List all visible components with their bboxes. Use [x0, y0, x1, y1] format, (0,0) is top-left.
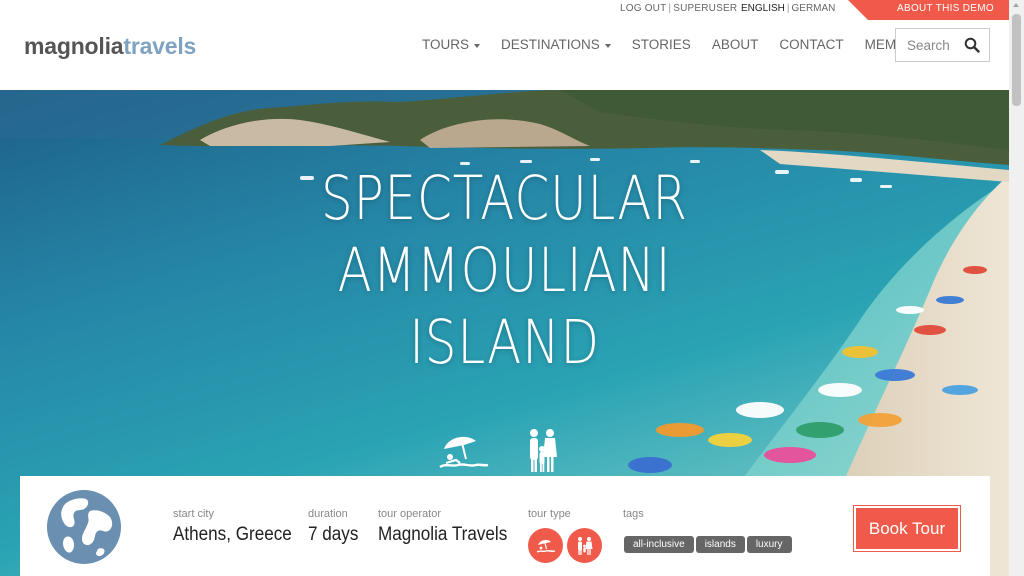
main-nav: TOURS DESTINATIONS STORIES ABOUT CONTACT…: [422, 37, 954, 52]
hero-title-line: ISLAND: [409, 307, 600, 378]
duration-value: 7 days: [308, 524, 359, 545]
beach-icon: [439, 436, 489, 469]
tour-type-icons: [528, 528, 606, 563]
tour-type-label: tour type: [528, 508, 571, 520]
duration-label: duration: [308, 508, 348, 520]
meta-bar: LOG OUT | SUPERUSER ENGLISH | GERMAN ABOUT T…: [0, 0, 1010, 20]
hero-title-line: SPECTACULAR: [320, 163, 689, 234]
tag-luxury[interactable]: luxury: [746, 536, 792, 553]
globe-icon: [46, 489, 122, 570]
beach-icon: [536, 539, 555, 553]
family-icon: [577, 536, 592, 555]
search-box: [895, 28, 990, 62]
tour-operator-label: tour operator: [378, 508, 441, 520]
hero-title-line: AMMOULIANI: [337, 235, 672, 306]
start-city-value: Athens, Greece: [173, 524, 292, 545]
scroll-up-icon[interactable]: [1013, 3, 1019, 7]
hero-tour-type-icons: [436, 427, 576, 482]
about-demo-tab[interactable]: ABOUT THIS DEMO: [848, 0, 1010, 20]
hero-title: SPECTACULAR AMMOULIANI ISLAND: [91, 163, 918, 379]
about-demo-label: ABOUT THIS DEMO: [897, 3, 994, 14]
nav-destinations[interactable]: DESTINATIONS: [501, 37, 611, 52]
tag-list: all-inclusive islands luxury: [624, 536, 794, 553]
tour-operator-field: tour operator Magnolia Travels: [378, 508, 522, 546]
nav-contact[interactable]: CONTACT: [779, 37, 843, 52]
separator: |: [786, 3, 790, 14]
tags-label: tags: [623, 508, 644, 520]
nav-contact-label: CONTACT: [779, 37, 844, 52]
language-switcher: ENGLISH | GERMAN: [741, 3, 835, 14]
caret-down-icon: [474, 43, 481, 48]
username-link[interactable]: SUPERUSER: [673, 3, 737, 14]
tour-operator-value[interactable]: Magnolia Travels: [378, 524, 507, 546]
nav-tours-label: TOURS: [422, 37, 470, 52]
start-city-field: start city Athens, Greece: [173, 508, 305, 546]
logout-link[interactable]: LOG OUT: [620, 3, 666, 14]
logo-part-magnolia: magnolia: [24, 33, 124, 59]
tag-all-inclusive[interactable]: all-inclusive: [624, 536, 694, 553]
separator: |: [668, 3, 672, 14]
language-english[interactable]: ENGLISH: [741, 3, 785, 14]
language-german[interactable]: GERMAN: [792, 3, 836, 14]
nav-stories-label: STORIES: [631, 37, 691, 52]
duration-field: duration 7 days: [308, 508, 364, 546]
tour-info-card: start city Athens, Greece duration 7 day…: [20, 476, 990, 576]
tour-type-field: tour type: [528, 508, 571, 520]
logo[interactable]: magnoliatravels: [24, 33, 196, 60]
caret-down-icon: [604, 43, 611, 48]
search-icon[interactable]: [964, 37, 980, 58]
nav-about[interactable]: ABOUT: [712, 37, 759, 52]
scrollbar-thumb[interactable]: [1012, 14, 1021, 106]
tour-type-beach[interactable]: [528, 528, 563, 563]
search-input[interactable]: [896, 29, 960, 61]
account-links: LOG OUT | SUPERUSER: [620, 3, 737, 14]
nav-about-label: ABOUT: [711, 37, 759, 52]
tags-field: tags: [623, 508, 644, 520]
start-city-label: start city: [173, 508, 214, 520]
family-icon: [530, 429, 557, 472]
nav-stories[interactable]: STORIES: [632, 37, 691, 52]
tag-islands[interactable]: islands: [695, 536, 745, 553]
book-tour-button[interactable]: Book Tour: [853, 505, 961, 552]
logo-part-travels: travels: [123, 33, 197, 59]
nav-destinations-label: DESTINATIONS: [501, 37, 600, 52]
nav-tours[interactable]: TOURS: [422, 37, 481, 52]
page-scrollbar[interactable]: [1009, 0, 1024, 576]
tour-type-family[interactable]: [567, 528, 602, 563]
